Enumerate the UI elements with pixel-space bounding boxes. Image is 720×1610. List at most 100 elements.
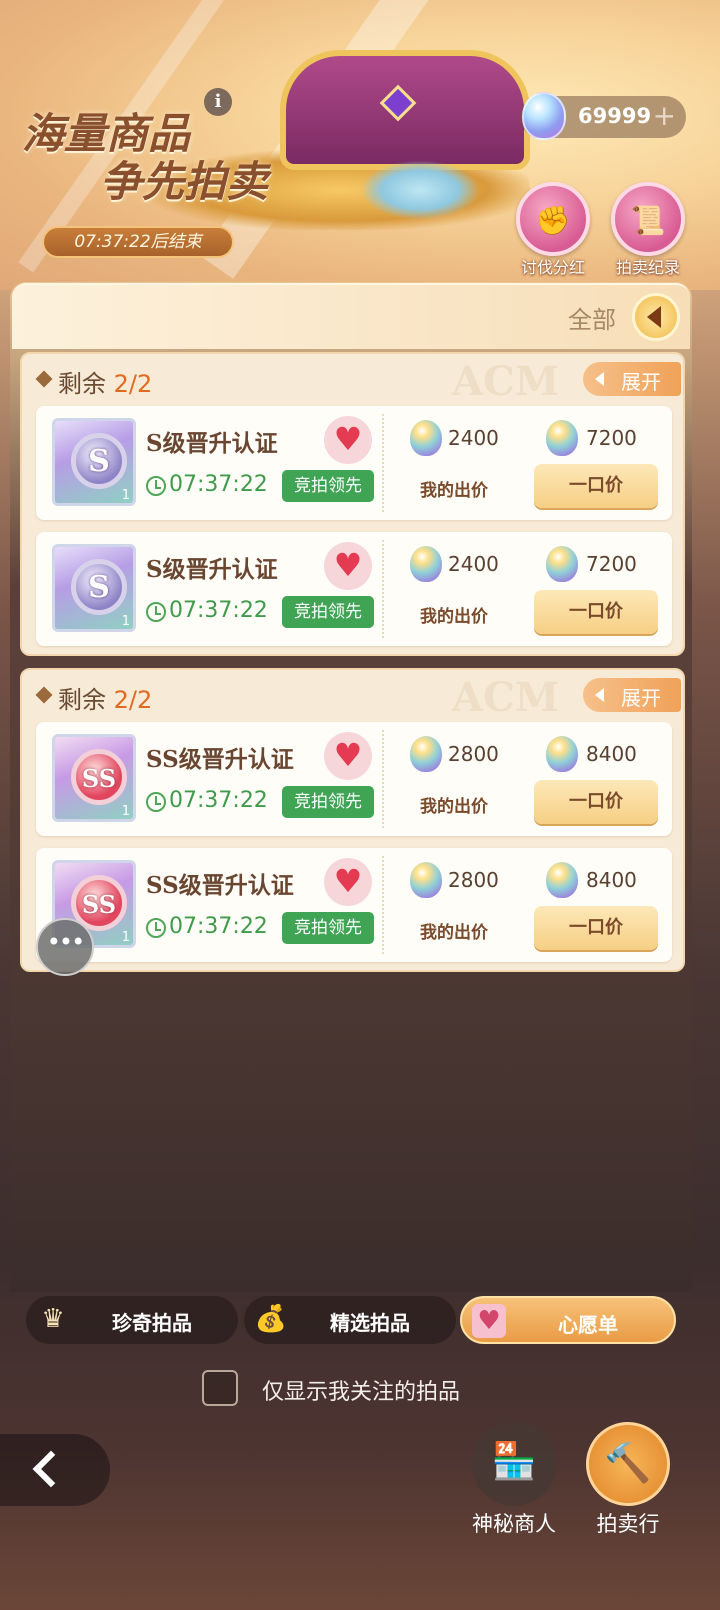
badge-letter: SS (81, 764, 117, 793)
shop-icon: 🏪 (491, 1441, 537, 1482)
chevron-left-icon (32, 1450, 70, 1488)
item-name: S级晋升认证 (146, 556, 278, 583)
filter-label[interactable]: 全部 (568, 300, 616, 335)
crystal-gem-icon (410, 736, 442, 772)
expand-button[interactable]: 展开 (583, 362, 681, 396)
item-quantity: 1 (121, 614, 130, 629)
auction-item[interactable]: S1 S级晋升认证 ♥ 07:37:22 竞拍领先 2400 7200 我的出价… (36, 406, 672, 520)
tab-rare-items[interactable]: ♛ 珍奇拍品 (26, 1296, 238, 1344)
item-thumbnail[interactable]: S1 (52, 544, 136, 632)
group-header: ACM 剩余 2/2 展开 (22, 670, 683, 721)
my-bid-button[interactable]: 我的出价 (420, 918, 488, 943)
auction-record-button[interactable]: 📜 (611, 182, 685, 256)
heart-icon: ♥ (333, 736, 363, 774)
crystal-gem-icon (546, 420, 578, 456)
item-quantity: 1 (121, 930, 130, 945)
item-name: S级晋升认证 (146, 430, 278, 457)
tab-label: 精选拍品 (330, 1311, 410, 1335)
tab-wishlist[interactable]: ♥ 心愿单 (460, 1296, 676, 1344)
bid-status-badge: 竞拍领先 (282, 912, 374, 944)
expand-button[interactable]: 展开 (583, 678, 681, 712)
favorite-button[interactable]: ♥ (324, 416, 372, 464)
clock-icon (146, 918, 166, 938)
divider (382, 856, 384, 954)
chat-button[interactable]: ••• (36, 918, 94, 976)
item-countdown: 07:37:22 (169, 472, 268, 497)
remaining-label: 剩余 (58, 370, 106, 398)
item-name: SS级晋升认证 (146, 872, 294, 899)
currency-balance: 69999 + (520, 92, 686, 140)
my-bid-button[interactable]: 我的出价 (420, 602, 488, 627)
badge-letter: S (88, 570, 110, 605)
favorite-button[interactable]: ♥ (324, 858, 372, 906)
auction-house-label: 拍卖行 (596, 1512, 660, 1536)
s-badge-icon: S (71, 433, 127, 489)
current-bid-price: 2400 (448, 426, 499, 450)
buyout-price: 7200 (586, 552, 637, 576)
wishlist-icon: ♥ (472, 1304, 506, 1338)
arrow-left-icon (647, 306, 661, 328)
auction-group: ACM 剩余 2/2 展开 S1 S级晋升认证 ♥ 07:37:22 竞拍领先 … (20, 352, 685, 656)
auction-item[interactable]: SS 1 SS级晋升认证 ♥ 07:37:22 竞拍领先 2800 8400 我的… (36, 722, 672, 836)
crystal-gem-icon (410, 546, 442, 582)
remaining-count: 2/2 (113, 686, 153, 714)
only-followed-label[interactable]: 仅显示我关注的拍品 (262, 1374, 460, 1406)
back-button[interactable] (0, 1434, 110, 1506)
tab-label: 珍奇拍品 (112, 1311, 192, 1335)
watermark: ACM (452, 358, 560, 405)
auction-record-label: 拍卖纪录 (615, 258, 680, 277)
bid-status-badge: 竞拍领先 (282, 470, 374, 502)
buyout-button[interactable]: 一口价 (534, 906, 658, 950)
mystery-merchant-label: 神秘商人 (472, 1512, 556, 1536)
buyout-button[interactable]: 一口价 (534, 590, 658, 634)
favorite-button[interactable]: ♥ (324, 732, 372, 780)
clock-icon (146, 476, 166, 496)
item-name: SS级晋升认证 (146, 746, 294, 773)
raid-dividend-button[interactable]: ✊ (516, 182, 590, 256)
expand-label: 展开 (621, 370, 661, 394)
fist-icon: ✊ (535, 204, 571, 237)
diamond-bullet-icon (35, 686, 53, 704)
watermark: ACM (452, 674, 560, 721)
buyout-button[interactable]: 一口价 (534, 780, 658, 824)
current-bid-price: 2800 (448, 868, 499, 892)
auction-item[interactable]: S1 S级晋升认证 ♥ 07:37:22 竞拍领先 2400 7200 我的出价… (36, 532, 672, 646)
current-bid-price: 2400 (448, 552, 499, 576)
scroll-icon: 📜 (630, 204, 666, 237)
auction-item[interactable]: SS 1 SS级晋升认证 ♥ 07:37:22 竞拍领先 2800 8400 我的… (36, 848, 672, 962)
crystal-gem-icon (546, 546, 578, 582)
s-badge-icon: S (71, 559, 127, 615)
item-thumbnail[interactable]: S1 (52, 418, 136, 506)
favorite-button[interactable]: ♥ (324, 542, 372, 590)
divider (382, 414, 384, 512)
my-bid-button[interactable]: 我的出价 (420, 476, 488, 501)
buyout-button[interactable]: 一口价 (534, 464, 658, 508)
only-followed-checkbox[interactable] (202, 1370, 238, 1406)
arrow-left-icon (595, 688, 604, 702)
crown-icon: ♛ (41, 1304, 65, 1334)
my-bid-button[interactable]: 我的出价 (420, 792, 488, 817)
chat-bubble-icon: ••• (46, 928, 85, 956)
auction-group: ACM 剩余 2/2 展开 SS 1 SS级晋升认证 ♥ 07:37:22 竞拍领… (20, 668, 685, 972)
auction-house-button[interactable]: 🔨 (586, 1422, 670, 1506)
tab-featured-items[interactable]: 💰 精选拍品 (244, 1296, 456, 1344)
badge-letter: S (88, 444, 110, 479)
raid-dividend-label: 讨伐分红 (520, 258, 585, 277)
item-quantity: 1 (121, 488, 130, 503)
bid-status-badge: 竞拍领先 (282, 786, 374, 818)
item-thumbnail[interactable]: SS 1 (52, 734, 136, 822)
buyout-price: 8400 (586, 742, 637, 766)
add-currency-button[interactable]: + (653, 99, 676, 132)
item-countdown: 07:37:22 (169, 914, 268, 939)
money-bag-icon: 💰 (254, 1304, 288, 1334)
info-icon[interactable]: i (204, 88, 232, 116)
crystal-gem-icon (546, 736, 578, 772)
item-quantity: 1 (121, 804, 130, 819)
crystal-gem-icon (410, 420, 442, 456)
banner-title-line2: 争先拍卖 (100, 157, 269, 206)
clock-icon (146, 602, 166, 622)
filter-toggle-button[interactable] (632, 293, 680, 341)
mystery-merchant-button[interactable]: 🏪 (472, 1422, 556, 1506)
heart-icon: ♥ (333, 546, 363, 584)
bid-status-badge: 竞拍领先 (282, 596, 374, 628)
